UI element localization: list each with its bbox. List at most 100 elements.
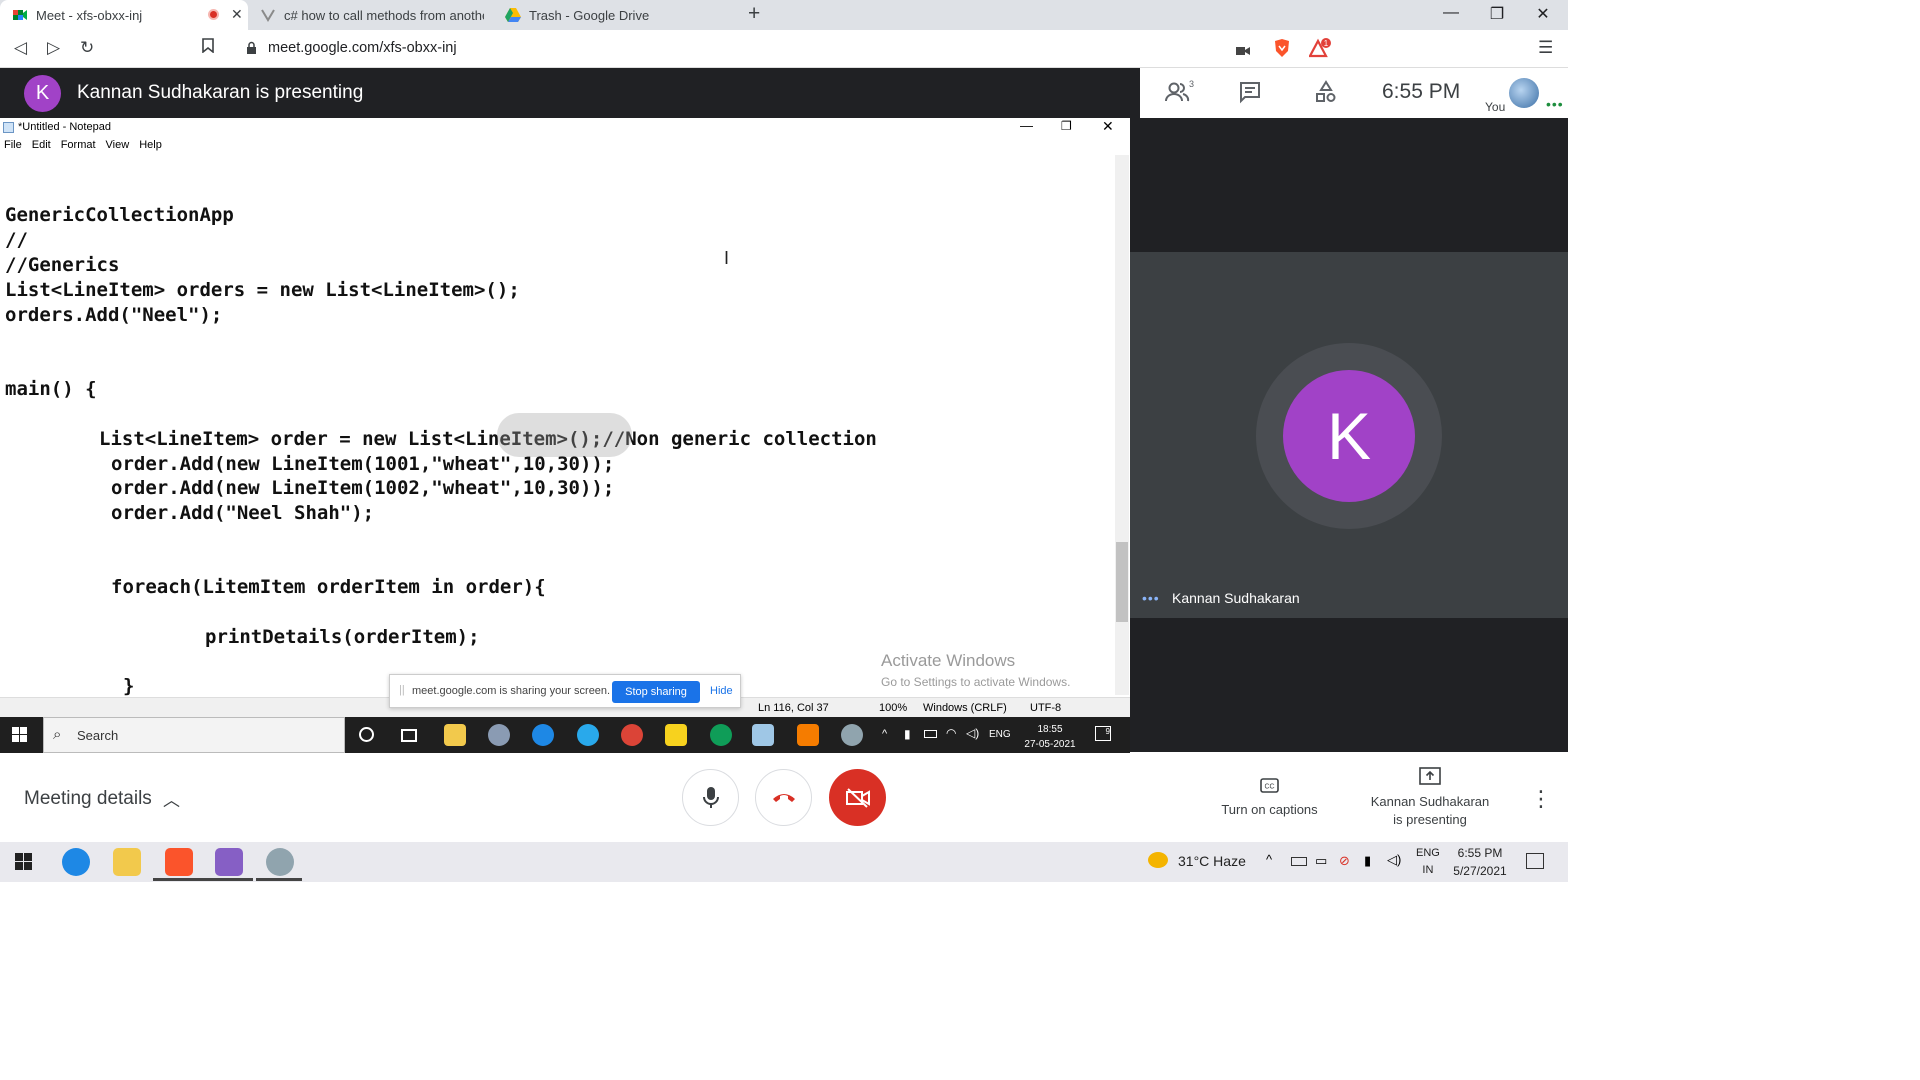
weather-text[interactable]: 31°C Haze: [1178, 853, 1246, 869]
tab-meet[interactable]: Meet - xfs-obxx-inj ✕: [0, 0, 248, 30]
tray-chevron-icon[interactable]: ^: [1266, 852, 1272, 867]
tray-chevron-icon[interactable]: ^: [882, 728, 887, 740]
back-icon[interactable]: ◁: [14, 38, 27, 58]
app-icon[interactable]: [797, 724, 819, 746]
notification-icon[interactable]: 9: [1095, 726, 1111, 741]
brave-rewards-icon[interactable]: 1: [1308, 38, 1335, 63]
close-window-button[interactable]: ✕: [1533, 4, 1553, 24]
people-icon[interactable]: 3: [1164, 79, 1194, 106]
volume-icon[interactable]: ◁): [1387, 852, 1401, 868]
hide-button[interactable]: Hide: [710, 685, 733, 697]
menu-view[interactable]: View: [106, 139, 130, 151]
code-line: List<LineItem> orders = new List<LineIte…: [5, 279, 520, 301]
taskbar-clock[interactable]: 18:55 27-05-2021: [1022, 722, 1078, 752]
notepad-maximize[interactable]: ❐: [1061, 119, 1072, 133]
language-line1: ENG: [1416, 847, 1440, 859]
notepad-icon: [3, 122, 14, 133]
weather-icon[interactable]: [1148, 852, 1168, 868]
battery-icon[interactable]: [1291, 857, 1307, 866]
mic-tray-icon[interactable]: ▮: [1364, 853, 1371, 869]
system-clock[interactable]: 6:55 PM 5/27/2021: [1448, 844, 1512, 880]
captions-icon[interactable]: CC: [1260, 778, 1279, 798]
people-count: 3: [1189, 80, 1194, 89]
camera-off-button[interactable]: [829, 769, 886, 826]
file-explorer-icon[interactable]: [113, 848, 141, 876]
sticky-notes-icon[interactable]: [665, 724, 687, 746]
cortana-icon[interactable]: [359, 727, 374, 742]
zoom-level: 100%: [879, 702, 908, 714]
menu-file[interactable]: File: [4, 139, 22, 151]
chrome-icon[interactable]: [621, 724, 643, 746]
menu-help[interactable]: Help: [139, 139, 162, 151]
url-text[interactable]: meet.google.com/xfs-obxx-inj: [268, 40, 457, 56]
chat-icon[interactable]: [1238, 80, 1264, 106]
stop-sharing-button[interactable]: Stop sharing: [612, 681, 700, 703]
system-time: 6:55 PM: [1457, 846, 1503, 860]
microphone-button[interactable]: [682, 769, 739, 826]
tab-drive[interactable]: Trash - Google Drive: [493, 0, 738, 30]
code-line: GenericCollectionApp: [5, 204, 234, 226]
microphone-icon: [702, 786, 719, 808]
task-view-icon[interactable]: [401, 729, 417, 742]
end-call-button[interactable]: [755, 769, 812, 826]
more-options-icon[interactable]: ⋮: [1530, 786, 1552, 812]
new-tab-button[interactable]: +: [748, 2, 760, 26]
visual-studio-icon[interactable]: [215, 848, 243, 876]
edge-icon[interactable]: [62, 848, 90, 876]
edge-icon[interactable]: [532, 724, 554, 746]
drag-handle-icon[interactable]: ||: [399, 684, 405, 696]
meeting-details-button[interactable]: Meeting details: [24, 788, 152, 810]
captions-button[interactable]: Turn on captions: [1212, 802, 1327, 817]
notepad-scroll-thumb[interactable]: [1116, 542, 1128, 622]
notepad-taskbar-icon[interactable]: [752, 724, 774, 746]
taskbar-search-text: Search: [77, 728, 119, 743]
participant-name: Kannan Sudhakaran: [1172, 590, 1300, 606]
paint-icon[interactable]: [841, 724, 863, 746]
chevron-up-icon[interactable]: ︿: [163, 786, 180, 811]
notepad-minimize[interactable]: —: [1020, 118, 1033, 133]
minimize-button[interactable]: —: [1441, 4, 1461, 22]
paint-icon[interactable]: [266, 848, 294, 876]
menu-icon[interactable]: ☰: [1538, 38, 1553, 58]
notification-icon[interactable]: [1526, 853, 1544, 869]
code-line: foreach(LitemItem orderItem in order){: [111, 576, 546, 598]
file-explorer-icon[interactable]: [444, 724, 466, 746]
you-label: You: [1485, 100, 1506, 114]
camera-off-tray-icon[interactable]: ⊘: [1339, 853, 1350, 869]
language-indicator[interactable]: ENG: [989, 729, 1011, 740]
windows-start-icon[interactable]: [15, 853, 33, 876]
telegram-icon[interactable]: [577, 724, 599, 746]
mic-tray-icon[interactable]: ▮: [904, 727, 911, 741]
activate-line1: Activate Windows: [881, 651, 1016, 670]
chrome-profile-icon[interactable]: [710, 724, 732, 746]
volume-icon[interactable]: ◁): [966, 726, 979, 740]
meet-tray-icon[interactable]: ▭: [1315, 853, 1327, 869]
floating-present-controls[interactable]: [497, 413, 632, 457]
lock-icon[interactable]: [246, 40, 257, 60]
encoding: UTF-8: [1030, 702, 1062, 714]
presenter-avatar: K: [24, 75, 61, 112]
tab-stackoverflow[interactable]: c# how to call methods from another: [248, 0, 493, 30]
menu-format[interactable]: Format: [61, 139, 96, 151]
maximize-button[interactable]: ❐: [1487, 4, 1507, 24]
bookmark-icon[interactable]: [202, 38, 214, 58]
battery-icon[interactable]: [924, 730, 937, 738]
present-screen-icon[interactable]: [1419, 767, 1441, 790]
brave-shield-icon[interactable]: [1273, 38, 1291, 63]
forward-icon[interactable]: ▷: [47, 38, 60, 58]
camera-in-use-icon[interactable]: [1236, 41, 1250, 61]
menu-edit[interactable]: Edit: [32, 139, 51, 151]
language-indicator[interactable]: ENG IN: [1416, 845, 1440, 879]
app-icon[interactable]: [488, 724, 510, 746]
notepad-close[interactable]: ✕: [1102, 118, 1114, 135]
reload-icon[interactable]: ↻: [80, 38, 94, 58]
brave-icon[interactable]: [165, 848, 193, 876]
text-cursor-icon: I: [724, 248, 730, 268]
presenting-status-button[interactable]: Kannan Sudhakaran is presenting: [1360, 793, 1500, 829]
windows-start-icon[interactable]: [12, 727, 28, 748]
user-avatar[interactable]: [1509, 78, 1539, 108]
close-tab-icon[interactable]: ✕: [231, 6, 243, 23]
activities-icon[interactable]: [1314, 80, 1340, 106]
notepad-titlebar: *Untitled - Notepad — ❐ ✕: [0, 118, 1130, 136]
wifi-icon[interactable]: ◠: [946, 726, 956, 740]
